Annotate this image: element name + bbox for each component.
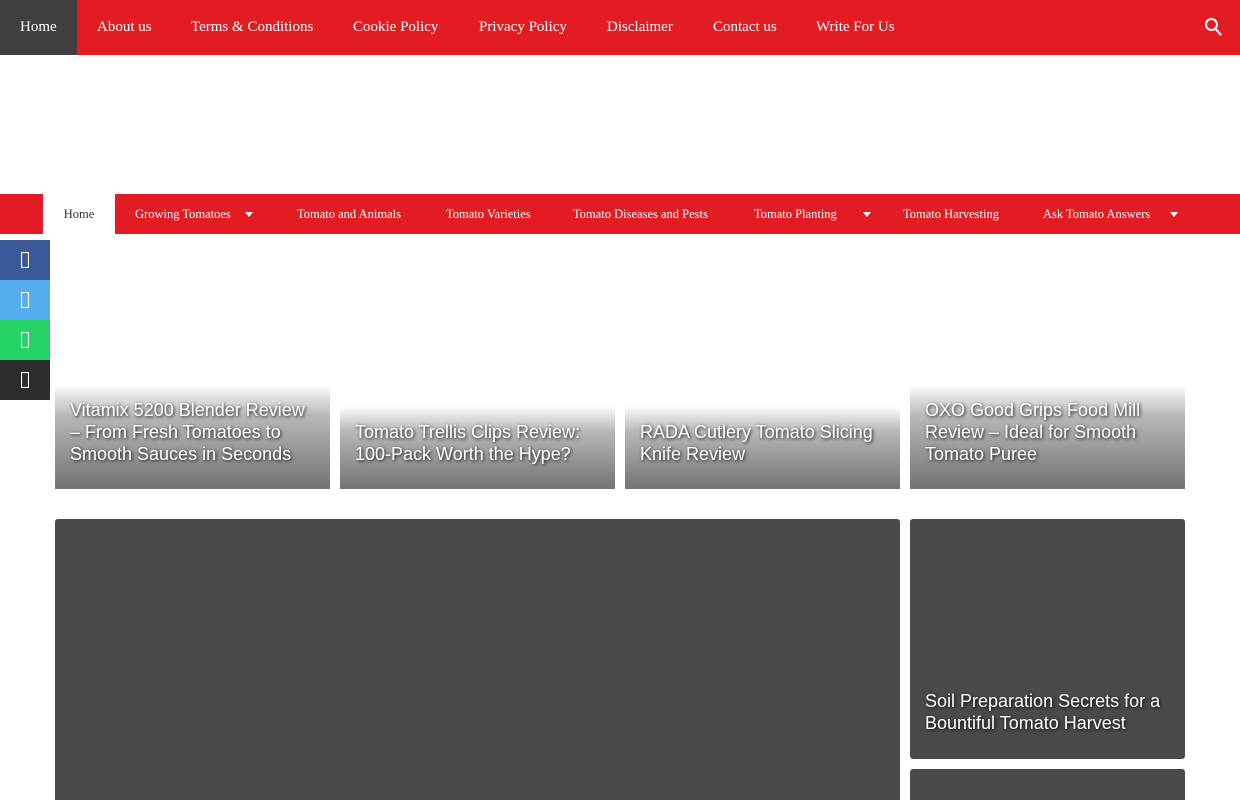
post-card[interactable]: Tomato Trellis Clips Review: 100-Pack Wo… bbox=[340, 240, 615, 489]
category-nav-growing-tomatoes[interactable]: Growing Tomatoes bbox=[135, 194, 253, 234]
post-title[interactable]: Vitamix 5200 Blender Review – From Fresh… bbox=[70, 399, 318, 465]
post-title[interactable]: Tomato Trellis Clips Review: 100-Pack Wo… bbox=[355, 421, 603, 465]
post-title[interactable]: Soil Preparation Secrets for a Bountiful… bbox=[925, 690, 1173, 734]
twitter-icon bbox=[20, 291, 30, 309]
category-nav-tomato-and-animals[interactable]: Tomato and Animals bbox=[297, 194, 401, 234]
post-card[interactable] bbox=[910, 769, 1185, 800]
chevron-down-icon bbox=[244, 211, 253, 217]
whatsapp-icon bbox=[20, 331, 30, 349]
post-title[interactable]: OXO Good Grips Food Mill Review – Ideal … bbox=[925, 399, 1173, 465]
category-nav-tomato-planting-label: Tomato Planting bbox=[754, 207, 837, 221]
facebook-icon bbox=[20, 251, 30, 269]
top-nav-disclaimer[interactable]: Disclaimer bbox=[607, 0, 673, 55]
post-card[interactable]: OXO Good Grips Food Mill Review – Ideal … bbox=[910, 240, 1185, 489]
category-nav-ask-tomato-answers[interactable]: Ask Tomato Answers bbox=[1043, 194, 1179, 234]
search-icon[interactable] bbox=[1204, 17, 1222, 37]
category-nav-ask-tomato-answers-label: Ask Tomato Answers bbox=[1043, 207, 1151, 221]
top-nav-terms-conditions[interactable]: Terms & Conditions bbox=[191, 0, 313, 55]
chevron-down-icon bbox=[1170, 211, 1179, 217]
category-nav-growing-tomatoes-label: Growing Tomatoes bbox=[135, 207, 231, 221]
facebook-share-button[interactable] bbox=[0, 240, 50, 280]
top-nav-home[interactable]: Home bbox=[0, 0, 77, 55]
category-nav-tomato-varieties[interactable]: Tomato Varieties bbox=[446, 194, 531, 234]
post-card[interactable]: Soil Preparation Secrets for a Bountiful… bbox=[910, 519, 1185, 759]
category-nav-tomato-diseases-pests[interactable]: Tomato Diseases and Pests bbox=[573, 194, 708, 234]
category-nav-tomato-harvesting[interactable]: Tomato Harvesting bbox=[903, 194, 999, 234]
post-title[interactable]: RADA Cutlery Tomato Slicing Knife Review bbox=[640, 421, 888, 465]
twitter-share-button[interactable] bbox=[0, 280, 50, 320]
category-nav-home[interactable]: Home bbox=[43, 194, 115, 234]
top-nav-about-us[interactable]: About us bbox=[97, 0, 152, 55]
share-icon bbox=[20, 371, 30, 389]
top-nav-cookie-policy[interactable]: Cookie Policy bbox=[353, 0, 438, 55]
more-share-button[interactable] bbox=[0, 360, 50, 400]
top-nav-write-for-us[interactable]: Write For Us bbox=[816, 0, 895, 55]
top-navigation-bar: Home About us Terms & Conditions Cookie … bbox=[0, 0, 1240, 55]
post-card[interactable]: RADA Cutlery Tomato Slicing Knife Review bbox=[625, 240, 900, 489]
chevron-down-icon bbox=[862, 211, 871, 217]
category-navigation-bar: Home Growing Tomatoes Tomato and Animals… bbox=[0, 194, 1240, 234]
top-nav-privacy-policy[interactable]: Privacy Policy bbox=[479, 0, 567, 55]
featured-post-card[interactable] bbox=[55, 519, 900, 800]
post-card[interactable]: Vitamix 5200 Blender Review – From Fresh… bbox=[55, 240, 330, 489]
whatsapp-share-button[interactable] bbox=[0, 320, 50, 360]
category-nav-tomato-planting[interactable]: Tomato Planting bbox=[754, 194, 871, 234]
top-nav-contact-us[interactable]: Contact us bbox=[713, 0, 777, 55]
